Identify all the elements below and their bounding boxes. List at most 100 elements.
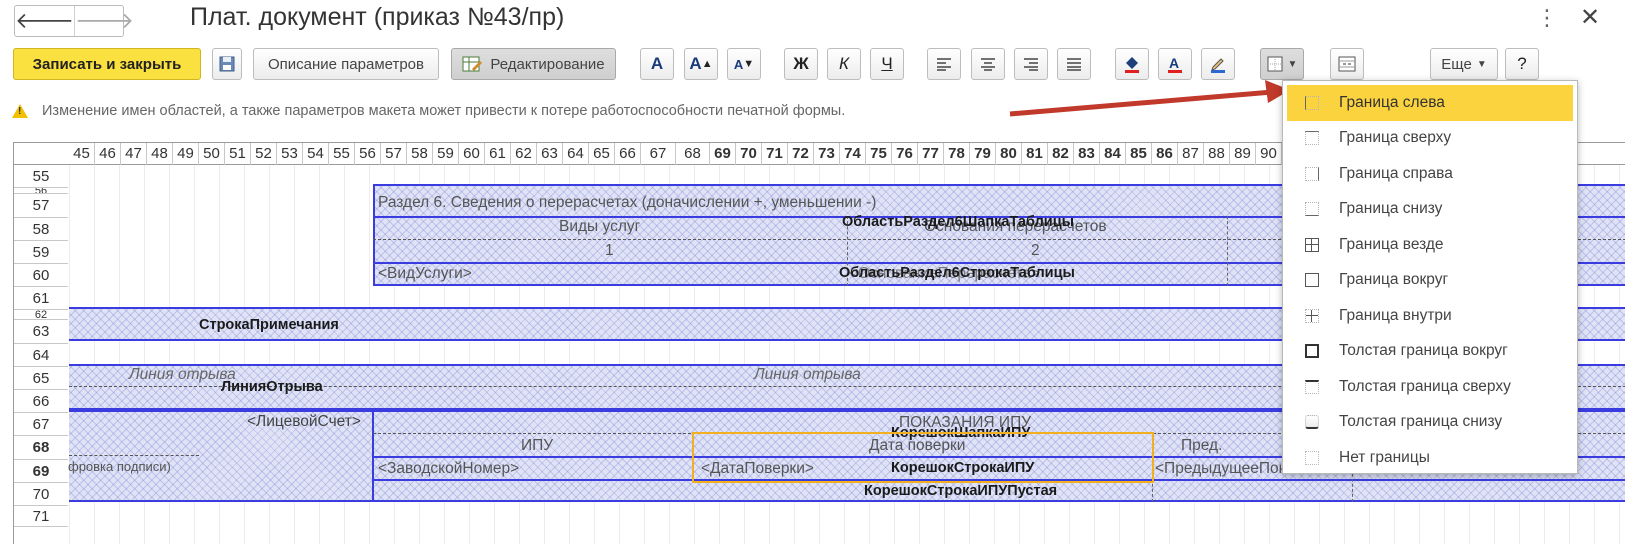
column-header-cell[interactable]: 76 (892, 143, 918, 165)
row-header-cell[interactable]: 64 (14, 344, 68, 367)
column-header-cell[interactable]: 86 (1152, 143, 1178, 165)
menu-item-label: Толстая граница вокруг (1339, 342, 1508, 360)
row-header-cell[interactable]: 67 (14, 413, 68, 436)
back-button[interactable]: 🡐 (15, 6, 74, 36)
row-header-cell[interactable]: 58 (14, 218, 68, 241)
save-and-close-button[interactable]: Записать и закрыть (13, 48, 201, 80)
italic-button[interactable]: К (827, 48, 861, 80)
column-header-cell[interactable]: 65 (589, 143, 615, 165)
selected-range[interactable] (692, 432, 1154, 483)
menu-item-border[interactable]: Граница внутри (1283, 298, 1577, 334)
row-header-cell[interactable]: 68 (14, 436, 68, 460)
row-header-cell[interactable]: 55 (14, 165, 68, 188)
menu-item-border[interactable]: Нет границы (1283, 440, 1577, 476)
justify-button[interactable] (1057, 48, 1091, 80)
font-smaller-button[interactable]: A ▼ (727, 48, 761, 80)
row-header-cell[interactable]: 61 (14, 287, 68, 310)
merge-cells-button[interactable] (1330, 48, 1364, 80)
row-header-cell[interactable]: 71 (14, 506, 68, 527)
row-header-cell[interactable]: 62 (14, 310, 68, 320)
column-header-cell[interactable]: 51 (225, 143, 251, 165)
parameters-description-button[interactable]: Описание параметров (253, 48, 439, 80)
background-color-button[interactable] (1115, 48, 1149, 80)
help-button[interactable]: ? (1505, 48, 1539, 80)
menu-item-border[interactable]: Граница снизу (1283, 192, 1577, 228)
highlight-color-button[interactable] (1201, 48, 1235, 80)
font-bigger-button[interactable]: A ▲ (684, 48, 718, 80)
menu-item-border[interactable]: Толстая граница сверху (1283, 369, 1577, 405)
column-header-cell[interactable]: 45 (69, 143, 95, 165)
column-header-cell[interactable]: 62 (511, 143, 537, 165)
row-header-cell[interactable]: 69 (14, 460, 68, 483)
column-header-cell[interactable]: 85 (1126, 143, 1152, 165)
align-right-button[interactable] (1014, 48, 1048, 80)
row-header-cell[interactable]: 65 (14, 367, 68, 390)
column-header-cell[interactable]: 54 (303, 143, 329, 165)
font-normal-button[interactable]: A (640, 48, 674, 80)
column-header-cell[interactable]: 75 (866, 143, 892, 165)
column-header-cell[interactable]: 80 (996, 143, 1022, 165)
column-header-cell[interactable]: 87 (1178, 143, 1204, 165)
column-header-cell[interactable]: 79 (970, 143, 996, 165)
column-header-cell[interactable]: 78 (944, 143, 970, 165)
column-header-cell[interactable]: 64 (563, 143, 589, 165)
row-header-cell[interactable]: 59 (14, 241, 68, 264)
column-header-cell[interactable]: 58 (407, 143, 433, 165)
column-header-cell[interactable]: 73 (814, 143, 840, 165)
column-header-cell[interactable]: 66 (615, 143, 641, 165)
menu-item-border[interactable]: Граница слева (1287, 85, 1573, 121)
menu-item-border[interactable]: Толстая граница вокруг (1283, 334, 1577, 370)
column-header-cell[interactable]: 89 (1230, 143, 1256, 165)
align-center-button[interactable] (971, 48, 1005, 80)
text-color-button[interactable]: A (1158, 48, 1192, 80)
column-header-cell[interactable]: 67 (641, 143, 676, 165)
column-header-cell[interactable]: 55 (329, 143, 355, 165)
menu-item-border[interactable]: Граница справа (1283, 156, 1577, 192)
column-header-cell[interactable]: 57 (381, 143, 407, 165)
column-header-cell[interactable]: 68 (676, 143, 710, 165)
save-button[interactable] (212, 48, 242, 80)
column-header-cell[interactable]: 84 (1100, 143, 1126, 165)
row-header-cell[interactable]: 70 (14, 483, 68, 506)
column-header-cell[interactable]: 46 (95, 143, 121, 165)
row-header-cell[interactable]: 63 (14, 320, 68, 344)
column-header-cell[interactable]: 52 (251, 143, 277, 165)
underline-button[interactable]: Ч (870, 48, 904, 80)
bold-button[interactable]: Ж (784, 48, 818, 80)
column-header-cell[interactable]: 74 (840, 143, 866, 165)
forward-button[interactable]: 🡒 (74, 6, 134, 36)
column-header-cell[interactable]: 47 (121, 143, 147, 165)
more-vertical-icon[interactable]: ⋮ (1536, 4, 1558, 32)
column-header-cell[interactable]: 71 (762, 143, 788, 165)
column-header-cell[interactable]: 69 (710, 143, 736, 165)
column-header-cell[interactable]: 63 (537, 143, 563, 165)
align-left-button[interactable] (927, 48, 961, 80)
column-header-cell[interactable]: 82 (1048, 143, 1074, 165)
column-header-cell[interactable]: 77 (918, 143, 944, 165)
column-header-cell[interactable]: 49 (173, 143, 199, 165)
menu-item-border[interactable]: Толстая граница снизу (1283, 405, 1577, 441)
menu-item-border[interactable]: Граница сверху (1283, 121, 1577, 157)
menu-item-border[interactable]: Граница вокруг (1283, 263, 1577, 299)
borders-dropdown-button[interactable]: ▼ (1260, 48, 1304, 80)
column-header-cell[interactable]: 48 (147, 143, 173, 165)
column-header-cell[interactable]: 50 (199, 143, 225, 165)
menu-item-border[interactable]: Граница везде (1283, 227, 1577, 263)
column-header-cell[interactable]: 88 (1204, 143, 1230, 165)
close-icon[interactable]: ✕ (1580, 4, 1600, 32)
column-header-cell[interactable]: 56 (355, 143, 381, 165)
row-header-cell[interactable]: 60 (14, 264, 68, 287)
column-header-cell[interactable]: 59 (433, 143, 459, 165)
column-header-cell[interactable]: 60 (459, 143, 485, 165)
column-header-cell[interactable]: 53 (277, 143, 303, 165)
column-header-cell[interactable]: 61 (485, 143, 511, 165)
column-header-cell[interactable]: 90 (1256, 143, 1282, 165)
row-header-cell[interactable]: 57 (14, 194, 68, 218)
column-header-cell[interactable]: 81 (1022, 143, 1048, 165)
edit-mode-button[interactable]: Редактирование (451, 48, 616, 80)
column-header-cell[interactable]: 83 (1074, 143, 1100, 165)
column-header-cell[interactable]: 70 (736, 143, 762, 165)
more-button[interactable]: Еще ▼ (1430, 48, 1498, 80)
row-header-cell[interactable]: 66 (14, 390, 68, 413)
column-header-cell[interactable]: 72 (788, 143, 814, 165)
